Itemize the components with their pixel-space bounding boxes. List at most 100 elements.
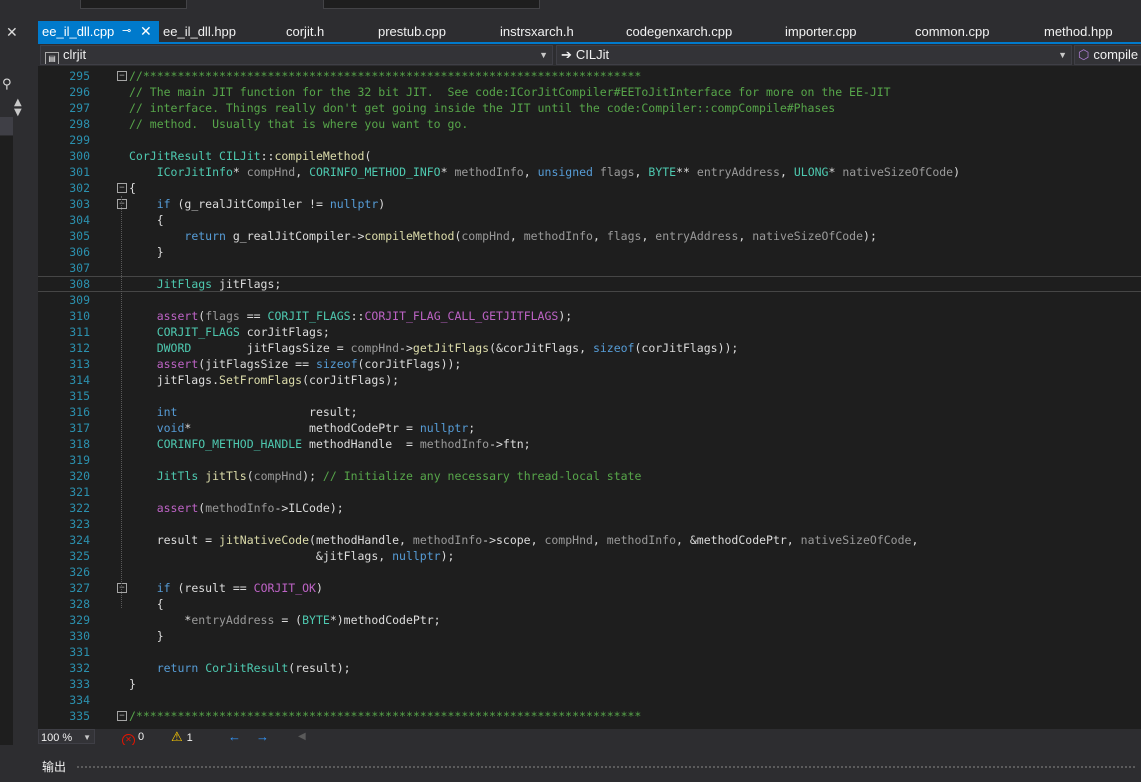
member-dropdown[interactable]: ⬡ compile [1074,45,1141,65]
code-line[interactable]: 296 // The main JIT function for the 32 b… [38,84,1141,100]
tab-ee-il-dll-cpp[interactable]: ee_il_dll.cpp ⊸ ✕ [38,21,159,42]
tab-codegenxarch-cpp[interactable]: codegenxarch.cpp [626,21,732,42]
code-text: void* methodCodePtr = nullptr; [156,421,476,435]
toolbar-platform-box[interactable] [323,0,540,9]
code-text: } [129,629,164,643]
tab-method-hpp[interactable]: method.hpp [1044,21,1113,42]
previous-issue-icon[interactable]: ← [228,729,241,745]
warning-icon: ⚠ [171,729,183,744]
code-line[interactable]: 297 // interface. Things really don't get… [38,100,1141,116]
code-line[interactable]: 303− if (g_realJitCompiler != nullptr) [38,196,1141,212]
line-number: 314 [69,373,90,387]
code-line[interactable]: 309 [38,292,1141,308]
code-line[interactable]: 308 JitFlags jitFlags; [38,276,1141,292]
code-line[interactable]: 331 [38,644,1141,660]
code-line[interactable]: 325 &jitFlags, nullptr); [38,548,1141,564]
pin-icon[interactable]: ⊸ [122,21,131,42]
project-label: clrjit [63,47,87,62]
code-text: // interface. Things really don't get go… [129,101,836,115]
selected-item[interactable] [0,117,13,135]
line-number: 331 [69,645,90,659]
code-text: JitFlags jitFlags; [156,277,282,291]
tab-common-cpp[interactable]: common.cpp [915,21,989,42]
tab-importer-cpp[interactable]: importer.cpp [785,21,857,42]
line-number: 318 [69,437,90,451]
code-line[interactable]: 316 int result; [38,404,1141,420]
code-line[interactable]: 304 { [38,212,1141,228]
tab-corjit-h[interactable]: corjit.h [286,21,324,42]
line-number: 333 [69,677,90,691]
code-line[interactable]: 332 return CorJitResult(result); [38,660,1141,676]
code-line[interactable]: 328 { [38,596,1141,612]
code-line[interactable]: 318 CORINFO_METHOD_HANDLE methodHandle =… [38,436,1141,452]
code-line[interactable]: 334 [38,692,1141,708]
code-line[interactable]: 311 CORJIT_FLAGS corJitFlags; [38,324,1141,340]
code-line[interactable]: 335 −/***********************************… [38,708,1141,724]
code-line[interactable]: 314 jitFlags.SetFromFlags(corJitFlags); [38,372,1141,388]
code-line[interactable]: 333} [38,676,1141,692]
code-line[interactable]: 306 } [38,244,1141,260]
line-number: 310 [69,309,90,323]
code-line[interactable]: 324 result = jitNativeCode(methodHandle,… [38,532,1141,548]
line-number: 298 [69,117,90,131]
code-text: ICorJitInfo* compHnd, CORINFO_METHOD_INF… [156,165,961,179]
toolbar-config-box[interactable] [80,0,187,9]
code-text: return CorJitResult(result); [156,661,351,675]
code-line[interactable]: 295 −//**********************************… [38,68,1141,84]
code-line[interactable]: 300 CorJitResult CILJit::compileMethod( [38,148,1141,164]
code-line[interactable]: 302 −{ [38,180,1141,196]
code-line[interactable]: 319 [38,452,1141,468]
tab-instrsxarch-h[interactable]: instrsxarch.h [500,21,574,42]
panel-grip[interactable] [76,765,1136,770]
line-number: 315 [69,389,90,403]
line-number: 308 [69,277,90,291]
code-line[interactable]: 317 void* methodCodePtr = nullptr; [38,420,1141,436]
code-text: if (result == CORJIT_OK) [156,581,323,595]
sort-arrows-icon[interactable]: ▲ ▼ [14,98,22,118]
code-text: //**************************************… [129,69,642,83]
project-dropdown[interactable]: ▤ clrjit ▼ [40,45,553,65]
close-icon[interactable]: ✕ [140,21,152,42]
code-line[interactable]: 310 assert(flags == CORJIT_FLAGS::CORJIT… [38,308,1141,324]
code-editor[interactable]: 295−//**********************************… [38,66,1141,729]
tab-prestub-cpp[interactable]: prestub.cpp [378,21,446,42]
code-text: CORINFO_METHOD_HANDLE methodHandle = met… [156,437,531,451]
warning-count[interactable]: ⚠ 1 [171,729,193,746]
next-issue-icon[interactable]: → [256,729,269,745]
code-line[interactable]: 313 assert(jitFlagsSize == sizeof(corJit… [38,356,1141,372]
solution-panel [0,136,13,746]
code-line[interactable]: 327− if (result == CORJIT_OK) [38,580,1141,596]
code-line[interactable]: 301 ICorJitInfo* compHnd, CORINFO_METHOD… [38,164,1141,180]
code-line[interactable]: 326 [38,564,1141,580]
collapse-icon[interactable]: − [117,183,127,193]
code-line[interactable]: 329 *entryAddress = (BYTE*)methodCodePtr… [38,612,1141,628]
code-line[interactable]: 299 [38,132,1141,148]
code-text: jitFlags.SetFromFlags(corJitFlags); [129,373,400,387]
code-line[interactable]: 305 return g_realJitCompiler->compileMet… [38,228,1141,244]
line-number: 324 [69,533,90,547]
project-icon: ▤ [45,52,59,64]
code-text: DWORD jitFlagsSize = compHnd->getJitFlag… [156,341,739,355]
code-line[interactable]: 330 } [38,628,1141,644]
tab-ee-il-dll-hpp[interactable]: ee_il_dll.hpp [163,21,236,42]
code-line[interactable]: 298 // method. Usually that is where you … [38,116,1141,132]
code-text: CORJIT_FLAGS corJitFlags; [156,325,330,339]
class-label: CILJit [575,47,610,62]
search-icon[interactable]: ⚲ [2,77,12,92]
class-dropdown[interactable]: ➔ CILJit ▼ [556,45,1072,65]
collapse-icon[interactable]: − [117,71,127,81]
code-line[interactable]: 312 DWORD jitFlagsSize = compHnd->getJit… [38,340,1141,356]
collapse-icon[interactable]: − [117,711,127,721]
editor-status-bar: 100 % ▼ ✕ 0 ⚠ 1 ← → ◀ [38,729,1141,747]
code-line[interactable]: 307 [38,260,1141,276]
line-number: 299 [69,133,90,147]
line-number: 334 [69,693,90,707]
code-line[interactable]: 323 [38,516,1141,532]
code-line[interactable]: 321 [38,484,1141,500]
code-line[interactable]: 322 assert(methodInfo->ILCode); [38,500,1141,516]
close-icon[interactable]: ✕ [6,25,18,41]
code-line[interactable]: 315 [38,388,1141,404]
code-line[interactable]: 320 JitTls jitTls(compHnd); // Initializ… [38,468,1141,484]
line-number: 311 [69,325,90,339]
zoom-dropdown[interactable]: 100 % ▼ [38,729,95,744]
